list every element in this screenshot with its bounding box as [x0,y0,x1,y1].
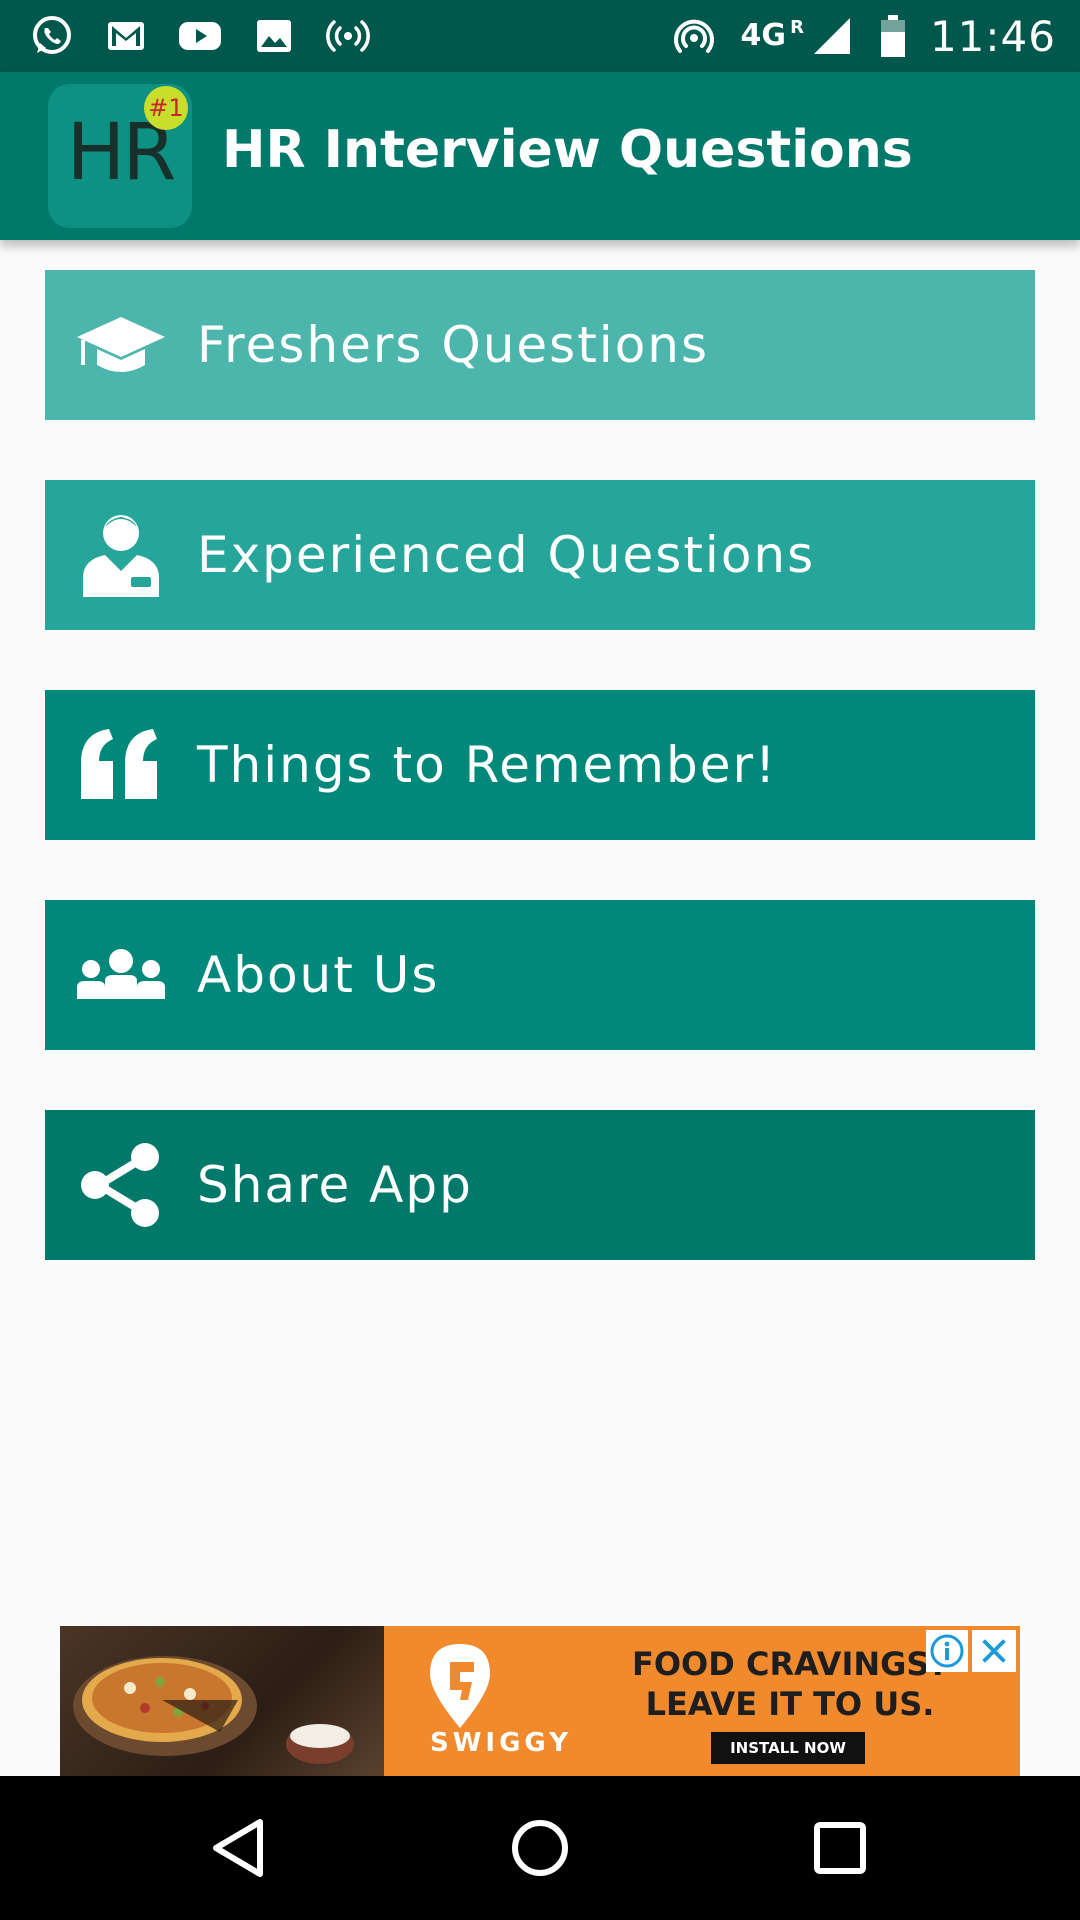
network-type-text: 4G [740,18,786,53]
navigation-bar [0,1776,1080,1920]
system-icons: 4G R 11:46 [670,10,1056,62]
experienced-questions-button[interactable]: Experienced Questions [45,480,1035,630]
hotspot-icon [670,12,718,60]
menu-item-label: Things to Remember! [197,736,778,794]
battery-icon [878,12,908,60]
home-icon[interactable] [504,1812,576,1884]
app-logo-badge: #1 [144,86,188,130]
menu-item-label: Freshers Questions [197,316,710,374]
ad-headline-line2: LEAVE IT TO US. [645,1685,935,1723]
graduation-cap-icon [75,299,167,391]
signal-icon [808,12,856,60]
roaming-indicator: R [790,17,804,38]
ad-info-icon[interactable] [926,1630,968,1672]
app-bar: HR #1 HR Interview Questions [0,72,1080,240]
page-title: HR Interview Questions [222,120,913,180]
share-icon [75,1139,167,1231]
share-app-button[interactable]: Share App [45,1110,1035,1260]
back-icon[interactable] [204,1812,276,1884]
network-4g-icon: 4G R [740,18,804,53]
status-bar: 4G R 11:46 [0,0,1080,72]
ad-install-button[interactable]: INSTALL NOW [711,1732,865,1764]
menu-item-label: Experienced Questions [197,526,816,584]
app-logo: HR #1 [48,84,192,228]
gallery-icon [250,12,298,60]
about-us-button[interactable]: About Us [45,900,1035,1050]
clock: 11:46 [929,11,1056,61]
menu-item-label: Share App [197,1156,473,1214]
things-to-remember-button[interactable]: Things to Remember! [45,690,1035,840]
recents-icon[interactable] [804,1812,876,1884]
menu-item-label: About Us [197,946,440,1004]
ad-banner[interactable]: SWIGGY FOOD CRAVINGS? LEAVE IT TO US. IN… [60,1626,1020,1776]
quote-icon [75,719,167,811]
freshers-questions-button[interactable]: Freshers Questions [45,270,1035,420]
youtube-icon [176,12,224,60]
notification-icons [28,10,372,62]
ad-pizza-image [60,1626,384,1776]
ad-brand: SWIGGY [430,1728,573,1758]
ad-close-icon[interactable] [972,1630,1016,1672]
main-menu: Freshers Questions Experienced Questions… [45,270,1035,1320]
professional-user-icon [75,509,167,601]
whatsapp-icon [28,12,76,60]
broadcast-icon [324,12,372,60]
gmail-icon [102,12,150,60]
group-icon [75,929,167,1021]
swiggy-logo-icon [430,1644,490,1728]
